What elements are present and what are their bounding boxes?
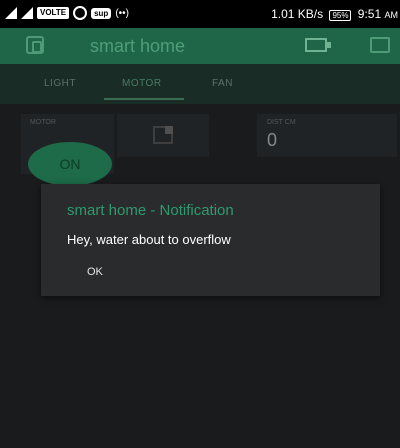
tab-bar: LIGHT MOTOR FAN: [0, 64, 400, 104]
battery-icon: 95%: [329, 10, 352, 21]
tab-motor[interactable]: MOTOR: [122, 78, 162, 89]
data-speed: 1.01 KB/s: [271, 7, 324, 21]
volte-badge: VOLTE: [37, 7, 70, 19]
device-icon[interactable]: [26, 36, 44, 54]
distance-widget: DIST CM 0: [257, 114, 397, 157]
motor-label: MOTOR: [30, 119, 56, 126]
motor-on-button[interactable]: ON: [28, 142, 112, 186]
message-badge: sup: [91, 7, 112, 19]
tab-fan[interactable]: FAN: [212, 78, 233, 89]
status-bar: VOLTE sup (••) 1.01 KB/s 95% 9:51 AM: [0, 0, 400, 28]
device-widget[interactable]: [117, 114, 209, 157]
app-title: smart home: [90, 36, 186, 56]
distance-label: DIST CM: [267, 119, 296, 126]
dialog-message: Hey, water about to overflow: [67, 232, 231, 247]
whatsapp-icon: [73, 6, 88, 20]
notification-dialog: smart home - Notification Hey, water abo…: [41, 184, 380, 296]
signal-icon-2: [21, 7, 33, 19]
clock: 9:51: [357, 7, 382, 21]
tab-light[interactable]: LIGHT: [44, 78, 76, 89]
ok-button[interactable]: OK: [87, 266, 103, 278]
battery-widget-icon[interactable]: [305, 38, 331, 52]
device-widget-icon: [153, 126, 173, 144]
window-icon[interactable]: [370, 37, 390, 53]
hotspot-icon: (••): [115, 7, 129, 19]
app-header: smart home: [0, 28, 400, 64]
dialog-title: smart home - Notification: [67, 202, 234, 219]
status-right: 1.01 KB/s 95% 9:51 AM: [271, 7, 398, 21]
tab-indicator: [104, 98, 184, 100]
signal-icon: [5, 7, 17, 19]
clock-ampm: AM: [384, 10, 399, 20]
distance-value: 0: [267, 130, 278, 150]
status-icons: VOLTE sup (••): [5, 6, 129, 20]
